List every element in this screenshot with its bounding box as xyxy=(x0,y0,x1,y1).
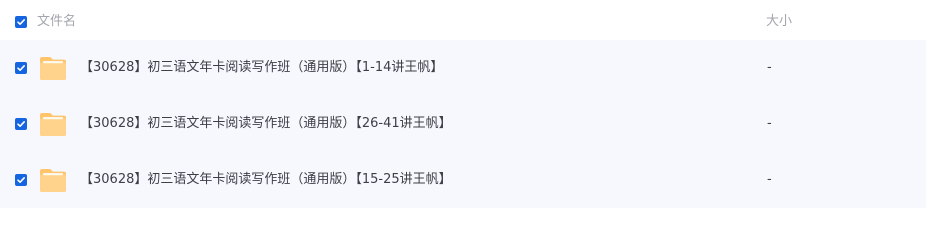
file-row[interactable]: 【30628】初三语文年卡阅读写作班（通用版）【1-14讲王帆】 - xyxy=(0,40,926,96)
file-size: - xyxy=(767,116,772,131)
folder-icon xyxy=(40,57,66,80)
file-row[interactable]: 【30628】初三语文年卡阅读写作班（通用版）【26-41讲王帆】 - xyxy=(0,96,926,152)
column-header-name[interactable]: 文件名 xyxy=(37,13,76,31)
row-checkbox[interactable] xyxy=(15,62,27,74)
folder-icon xyxy=(40,169,66,192)
file-name[interactable]: 【30628】初三语文年卡阅读写作班（通用版）【26-41讲王帆】 xyxy=(80,115,452,133)
checkmark-icon xyxy=(17,177,25,183)
file-list-header: 文件名 大小 xyxy=(0,0,926,40)
file-size: - xyxy=(767,172,772,187)
row-checkbox[interactable] xyxy=(15,118,27,130)
checkmark-icon xyxy=(17,19,25,25)
file-row[interactable]: 【30628】初三语文年卡阅读写作班（通用版）【15-25讲王帆】 - xyxy=(0,152,926,208)
checkmark-icon xyxy=(17,65,25,71)
file-name[interactable]: 【30628】初三语文年卡阅读写作班（通用版）【15-25讲王帆】 xyxy=(80,171,452,189)
file-name[interactable]: 【30628】初三语文年卡阅读写作班（通用版）【1-14讲王帆】 xyxy=(80,59,443,77)
select-all-checkbox[interactable] xyxy=(15,16,27,28)
file-list: 文件名 大小 【30628】初三语文年卡阅读写作班（通用版）【1-14讲王帆】 … xyxy=(0,0,926,208)
checkmark-icon xyxy=(17,121,25,127)
column-header-size[interactable]: 大小 xyxy=(766,13,792,31)
file-size: - xyxy=(767,60,772,75)
row-checkbox[interactable] xyxy=(15,174,27,186)
folder-icon xyxy=(40,113,66,136)
